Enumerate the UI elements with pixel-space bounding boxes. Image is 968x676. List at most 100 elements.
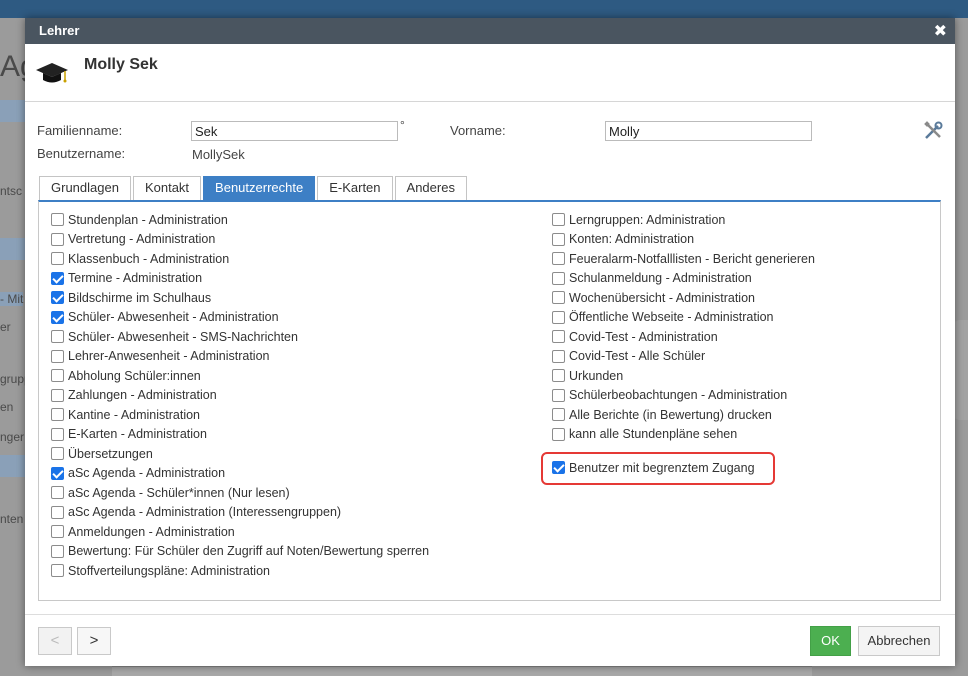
permission-label: Zahlungen - Administration <box>68 388 217 403</box>
permission-checkbox[interactable] <box>552 213 565 227</box>
left-permission-row[interactable]: aSc Agenda - Administration <box>51 464 429 484</box>
permission-checkbox[interactable] <box>51 427 64 441</box>
left-permission-row[interactable]: Bewertung: Für Schüler den Zugriff auf N… <box>51 542 429 562</box>
permission-checkbox[interactable] <box>552 310 565 324</box>
permission-checkbox[interactable] <box>552 408 565 422</box>
cancel-button[interactable]: Abbrechen <box>858 626 940 656</box>
previous-button[interactable]: < <box>38 627 72 655</box>
permission-checkbox[interactable] <box>552 427 565 441</box>
permission-label: Schülerbeobachtungen - Administration <box>569 388 788 403</box>
right-permission-row[interactable]: Urkunden <box>552 366 815 386</box>
close-icon[interactable]: ✖ <box>934 21 947 41</box>
left-permission-row[interactable]: Bildschirme im Schulhaus <box>51 288 429 308</box>
permission-checkbox[interactable] <box>51 466 64 480</box>
permission-label: Anmeldungen - Administration <box>68 524 235 539</box>
limited-access-label: Benutzer mit begrenztem Zugang <box>569 460 755 475</box>
permission-checkbox[interactable] <box>552 388 565 402</box>
left-permission-row[interactable]: Anmeldungen - Administration <box>51 522 429 542</box>
vorname-label: Vorname: <box>450 123 506 138</box>
left-permission-row[interactable]: E-Karten - Administration <box>51 425 429 445</box>
permission-checkbox[interactable] <box>51 213 64 227</box>
permission-checkbox[interactable] <box>552 271 565 285</box>
right-permission-row[interactable]: Lerngruppen: Administration <box>552 210 815 230</box>
right-permission-row[interactable]: Covid-Test - Alle Schüler <box>552 347 815 367</box>
right-permission-row[interactable]: Konten: Administration <box>552 230 815 250</box>
left-permission-row[interactable]: Klassenbuch - Administration <box>51 249 429 269</box>
permission-checkbox[interactable] <box>51 388 64 402</box>
permission-checkbox[interactable] <box>552 291 565 305</box>
tab-grundlagen[interactable]: Grundlagen <box>39 176 131 200</box>
permission-label: Schulanmeldung - Administration <box>569 271 752 286</box>
permission-checkbox[interactable] <box>51 525 64 539</box>
right-permission-row[interactable]: Öffentliche Webseite - Administration <box>552 308 815 328</box>
teacher-dialog: Lehrer ✖ Molly Sek Familienname: ° Vorna… <box>25 18 955 666</box>
background-band <box>0 455 26 477</box>
left-permission-row[interactable]: Kantine - Administration <box>51 405 429 425</box>
vorname-field[interactable] <box>605 121 812 141</box>
permission-checkbox[interactable] <box>552 330 565 344</box>
right-permission-row[interactable]: Alle Berichte (in Bewertung) drucken <box>552 405 815 425</box>
graduation-cap-icon <box>36 63 68 83</box>
permission-label: Stundenplan - Administration <box>68 212 228 227</box>
permission-label: Covid-Test - Administration <box>569 329 718 344</box>
background-topbar <box>0 0 968 18</box>
permission-checkbox[interactable] <box>51 505 64 519</box>
permission-checkbox[interactable] <box>51 349 64 363</box>
left-permission-row[interactable]: Abholung Schüler:innen <box>51 366 429 386</box>
permission-checkbox[interactable] <box>51 271 64 285</box>
left-permission-row[interactable]: aSc Agenda - Administration (Interesseng… <box>51 503 429 523</box>
left-permission-row[interactable]: Vertretung - Administration <box>51 230 429 250</box>
right-permission-row[interactable]: Feueralarm-Notfalllisten - Bericht gener… <box>552 249 815 269</box>
tab-e-karten[interactable]: E-Karten <box>317 176 393 200</box>
benutzername-value: MollySek <box>192 147 245 162</box>
left-permission-row[interactable]: aSc Agenda - Schüler*innen (Nur lesen) <box>51 483 429 503</box>
left-permission-row[interactable]: Termine - Administration <box>51 269 429 289</box>
permission-checkbox[interactable] <box>51 369 64 383</box>
background-table-edge <box>112 666 812 676</box>
tab-kontakt[interactable]: Kontakt <box>132 176 202 200</box>
permission-checkbox[interactable] <box>51 232 64 246</box>
limited-access-row[interactable]: Benutzer mit begrenztem Zugang <box>552 458 755 478</box>
permission-checkbox[interactable] <box>51 486 64 500</box>
left-permission-row[interactable]: Stundenplan - Administration <box>51 210 429 230</box>
permission-label: Covid-Test - Alle Schüler <box>569 349 706 364</box>
permission-checkbox[interactable] <box>51 310 64 324</box>
permission-checkbox[interactable] <box>552 232 565 246</box>
permission-checkbox[interactable] <box>552 349 565 363</box>
left-permission-row[interactable]: Schüler- Abwesenheit - SMS-Nachrichten <box>51 327 429 347</box>
permission-checkbox[interactable] <box>51 544 64 558</box>
permission-checkbox[interactable] <box>51 447 64 461</box>
right-permission-row[interactable]: kann alle Stundenpläne sehen <box>552 425 815 445</box>
familienname-field[interactable] <box>191 121 398 141</box>
permissions-right-column: Lerngruppen: Administration Konten: Admin… <box>552 210 815 444</box>
right-permission-row[interactable]: Covid-Test - Administration <box>552 327 815 347</box>
permission-label: aSc Agenda - Administration <box>68 466 226 481</box>
permission-checkbox[interactable] <box>552 369 565 383</box>
permission-checkbox[interactable] <box>51 564 64 578</box>
permission-checkbox[interactable] <box>51 408 64 422</box>
left-permission-row[interactable]: Übersetzungen <box>51 444 429 464</box>
limited-access-checkbox[interactable] <box>552 461 565 475</box>
left-permission-row[interactable]: Zahlungen - Administration <box>51 386 429 406</box>
right-permission-row[interactable]: Schülerbeobachtungen - Administration <box>552 386 815 406</box>
tab-anderes[interactable]: Anderes <box>394 176 467 200</box>
permission-checkbox[interactable] <box>51 252 64 266</box>
permission-label: Vertretung - Administration <box>68 232 216 247</box>
tab-benutzerrechte[interactable]: Benutzerrechte <box>203 176 316 200</box>
left-permission-row[interactable]: Lehrer-Anwesenheit - Administration <box>51 347 429 367</box>
permission-label: Öffentliche Webseite - Administration <box>569 310 774 325</box>
left-permission-row[interactable]: Schüler- Abwesenheit - Administration <box>51 308 429 328</box>
tools-icon[interactable] <box>923 121 943 141</box>
left-permission-row[interactable]: Stoffverteilungspläne: Administration <box>51 561 429 581</box>
permission-checkbox[interactable] <box>51 291 64 305</box>
permission-checkbox[interactable] <box>552 252 565 266</box>
permission-label: Bildschirme im Schulhaus <box>68 290 212 305</box>
next-button[interactable]: > <box>77 627 111 655</box>
background-text: en <box>0 400 14 414</box>
permission-checkbox[interactable] <box>51 330 64 344</box>
right-permission-row[interactable]: Schulanmeldung - Administration <box>552 269 815 289</box>
permission-label: Stoffverteilungspläne: Administration <box>68 563 270 578</box>
ok-button[interactable]: OK <box>810 626 851 656</box>
right-permission-row[interactable]: Wochenübersicht - Administration <box>552 288 815 308</box>
background-text: er <box>0 320 11 334</box>
